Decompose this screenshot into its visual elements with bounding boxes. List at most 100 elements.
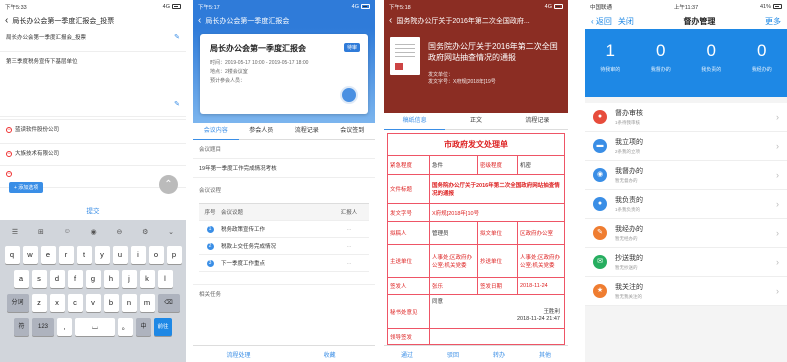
remove-icon[interactable]: − [6, 126, 12, 133]
chevron-up-icon[interactable]: ⌃ [159, 175, 178, 194]
lang-key[interactable]: 中 [136, 318, 151, 336]
table-row[interactable]: 2 税款上交任务完成情况... [199, 238, 369, 255]
key-y[interactable]: y [94, 246, 110, 264]
stat-pending[interactable]: 1 待我审的 [585, 29, 636, 97]
key-d[interactable]: d [49, 270, 65, 288]
key-m[interactable]: m [139, 294, 155, 312]
back-arrow-icon[interactable]: ‹ [389, 15, 392, 26]
tab-body[interactable]: 正文 [445, 113, 506, 129]
key-k[interactable]: k [139, 270, 155, 288]
key-g[interactable]: g [85, 270, 101, 288]
stat-handled[interactable]: 0 我经办的 [737, 29, 787, 97]
key-o[interactable]: o [148, 246, 164, 264]
table-row[interactable]: 3 下一季度工作重点... [199, 255, 369, 272]
flow-button[interactable]: 流程处理 [193, 350, 284, 359]
backspace-key[interactable]: ⌫ [157, 294, 180, 312]
col-reporter: 汇报人 [340, 210, 358, 216]
key-e[interactable]: e [40, 246, 56, 264]
key-b[interactable]: b [103, 294, 119, 312]
period-key[interactable]: 。 [118, 318, 133, 336]
settings-icon[interactable]: ⚙ [142, 228, 148, 236]
vote-title-field[interactable]: 局长办公会第一季度汇报会_投票 ✎ [0, 28, 186, 52]
remove-icon[interactable]: − [6, 171, 12, 177]
key-p[interactable]: p [166, 246, 182, 264]
reject-button[interactable]: 驳回 [430, 350, 476, 359]
close-button[interactable]: 关闭 [618, 16, 634, 27]
tab-flow[interactable]: 流程记录 [507, 113, 568, 129]
option-item[interactable]: − 蓝读软件股份公司 [0, 119, 186, 144]
edit-icon[interactable]: ✎ [174, 33, 180, 41]
menu-icon[interactable]: ☰ [12, 228, 18, 236]
vote-desc-field[interactable]: 第三季度税务宣传下基层单位 ✎ [0, 52, 186, 117]
tab-draft-info[interactable]: 稿纸信息 [384, 113, 446, 130]
menu-item-sub: 暂无督办的 [615, 178, 638, 183]
key-n[interactable]: n [121, 294, 137, 312]
key-z[interactable]: z [31, 294, 47, 312]
number-key[interactable]: 123 [32, 318, 54, 336]
stat-supervise[interactable]: 0 我督办的 [636, 29, 687, 97]
more-button[interactable]: 更多 [765, 16, 781, 27]
favorite-button[interactable]: 收藏 [284, 350, 375, 359]
related-tasks[interactable]: 相关任务 [193, 284, 375, 303]
row-reporter: ... [346, 243, 352, 249]
grid-icon[interactable]: ⊞ [38, 228, 44, 236]
back-arrow-icon[interactable]: ‹ [198, 15, 201, 26]
menu-item[interactable]: ✉ 抄送我的 暂无抄送的 › [585, 248, 787, 277]
edit-icon[interactable]: ✎ [174, 100, 180, 108]
key-v[interactable]: v [85, 294, 101, 312]
menu-item[interactable]: ▬ 我立项的 2条我的立项 › [585, 132, 787, 161]
back-arrow-icon[interactable]: ‹ [5, 15, 8, 26]
space-key[interactable]: ⌴ [75, 318, 115, 336]
link-icon[interactable]: ⊖ [116, 228, 122, 236]
menu-item-label: 我立项的 [615, 139, 643, 146]
go-key[interactable]: 前往 [154, 318, 172, 336]
key-i[interactable]: i [130, 246, 146, 264]
option-item[interactable]: − 大族技术有限公司 [0, 144, 186, 166]
symbol-key[interactable]: 符 [14, 318, 29, 336]
key-q[interactable]: q [4, 246, 20, 264]
key-s[interactable]: s [31, 270, 47, 288]
stats-header: 1 待我审的 0 我督办的 0 我负责的 0 我经办的 [585, 29, 787, 97]
key-j[interactable]: j [121, 270, 137, 288]
back-button[interactable]: ‹ 返回 [591, 16, 612, 27]
menu-item[interactable]: ◉ 我督办的 暂无督办的 › [585, 161, 787, 190]
mic-icon[interactable]: ◉ [91, 228, 97, 236]
menu-item[interactable]: ✎ 我经办的 暂无经办的 › [585, 219, 787, 248]
key-t[interactable]: t [76, 246, 92, 264]
chevron-right-icon: › [776, 199, 779, 209]
secret-value: 机密 [520, 163, 532, 169]
table-header: 序号 会议议题 汇报人 [199, 204, 369, 221]
key-a[interactable]: a [13, 270, 29, 288]
stat-responsible[interactable]: 0 我负责的 [686, 29, 737, 97]
tab-content[interactable]: 会议内容 [193, 123, 239, 140]
form-title: 市政府发文处理单 [387, 133, 565, 155]
tab-flow[interactable]: 流程记录 [284, 123, 330, 139]
key-l[interactable]: l [157, 270, 173, 288]
comma-key[interactable]: , [57, 318, 72, 336]
tab-signin[interactable]: 会议签到 [330, 123, 376, 139]
transfer-button[interactable]: 转办 [476, 350, 522, 359]
key-f[interactable]: f [67, 270, 83, 288]
remove-icon[interactable]: − [6, 150, 12, 157]
add-option-button[interactable]: + 添加选项 [9, 182, 44, 193]
menu-item[interactable]: ● 督办审核 1条待我审核 › [585, 103, 787, 132]
segment-key[interactable]: 分词 [6, 294, 29, 312]
table-row[interactable]: 1 税务政策宣传工作... [199, 221, 369, 238]
emoji-icon[interactable]: ☺ [64, 228, 71, 235]
menu-text: 我督办的 暂无督办的 [615, 166, 776, 184]
tab-attendees[interactable]: 参会人员 [239, 123, 285, 139]
other-button[interactable]: 其他 [522, 350, 568, 359]
collapse-icon[interactable]: ⌄ [168, 228, 174, 236]
approve-button[interactable]: 通过 [384, 350, 430, 359]
menu-item[interactable]: ● 我负责的 1条我负责的 › [585, 190, 787, 219]
submit-button[interactable]: 提交 [0, 205, 186, 215]
stat-caption: 待我审的 [600, 67, 621, 73]
key-r[interactable]: r [58, 246, 74, 264]
key-u[interactable]: u [112, 246, 128, 264]
key-h[interactable]: h [103, 270, 119, 288]
key-x[interactable]: x [49, 294, 65, 312]
row-number: 2 [206, 242, 214, 250]
key-w[interactable]: w [22, 246, 38, 264]
key-c[interactable]: c [67, 294, 83, 312]
menu-item[interactable]: ★ 我关注的 暂无我关注的 › [585, 277, 787, 306]
